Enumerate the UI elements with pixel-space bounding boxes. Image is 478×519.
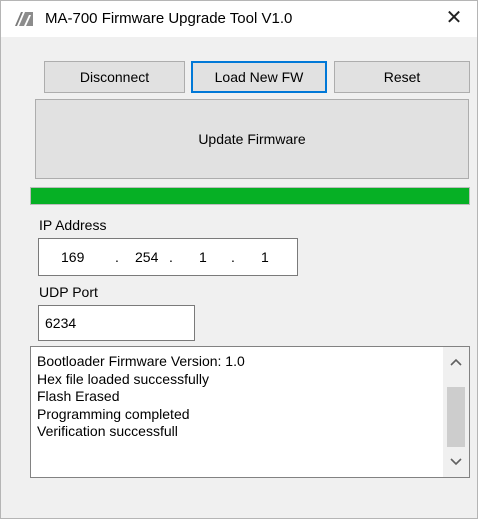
chevron-up-icon[interactable] bbox=[443, 351, 469, 373]
udp-port-label: UDP Port bbox=[39, 284, 98, 300]
ip-address-field[interactable]: 169 . 254 . 1 . 1 bbox=[38, 238, 298, 276]
log-line: Verification successfull bbox=[37, 423, 178, 439]
udp-port-field[interactable]: 6234 bbox=[38, 305, 195, 341]
ip-address-label: IP Address bbox=[39, 217, 107, 233]
chevron-down-icon[interactable] bbox=[443, 451, 469, 473]
log-scrollbar[interactable] bbox=[443, 347, 469, 477]
ip-dot-3: . bbox=[231, 249, 235, 265]
log-line: Programming completed bbox=[37, 405, 190, 422]
load-new-fw-button[interactable]: Load New FW bbox=[191, 61, 327, 93]
progress-fill bbox=[31, 188, 469, 204]
ip-octet-3[interactable]: 1 bbox=[199, 249, 207, 265]
ip-dot-1: . bbox=[115, 249, 119, 265]
log-line: Bootloader Firmware Version: 1.0 bbox=[37, 353, 245, 369]
log-lines: Bootloader Firmware Version: 1.0 Hex fil… bbox=[37, 353, 245, 441]
log-output-box[interactable]: Bootloader Firmware Version: 1.0 Hex fil… bbox=[30, 346, 470, 478]
window-title: MA-700 Firmware Upgrade Tool V1.0 bbox=[45, 10, 293, 27]
close-button[interactable]: ✕ bbox=[431, 1, 477, 37]
scrollbar-thumb[interactable] bbox=[447, 387, 465, 447]
update-firmware-button[interactable]: Update Firmware bbox=[35, 99, 469, 179]
ip-octet-2[interactable]: 254 bbox=[135, 249, 158, 265]
ip-dot-2: . bbox=[169, 249, 173, 265]
log-line: Hex file loaded successfully bbox=[37, 370, 209, 387]
reset-button[interactable]: Reset bbox=[334, 61, 470, 93]
ip-octet-1[interactable]: 169 bbox=[61, 249, 84, 265]
title-bar: MA-700 Firmware Upgrade Tool V1.0 ✕ bbox=[1, 1, 477, 37]
app-window: MA-700 Firmware Upgrade Tool V1.0 ✕ Disc… bbox=[0, 0, 478, 519]
disconnect-button[interactable]: Disconnect bbox=[44, 61, 185, 93]
log-line: Flash Erased bbox=[37, 388, 120, 404]
progress-bar bbox=[30, 187, 470, 205]
ip-octet-4[interactable]: 1 bbox=[261, 249, 269, 265]
app-logo-icon bbox=[15, 12, 33, 26]
